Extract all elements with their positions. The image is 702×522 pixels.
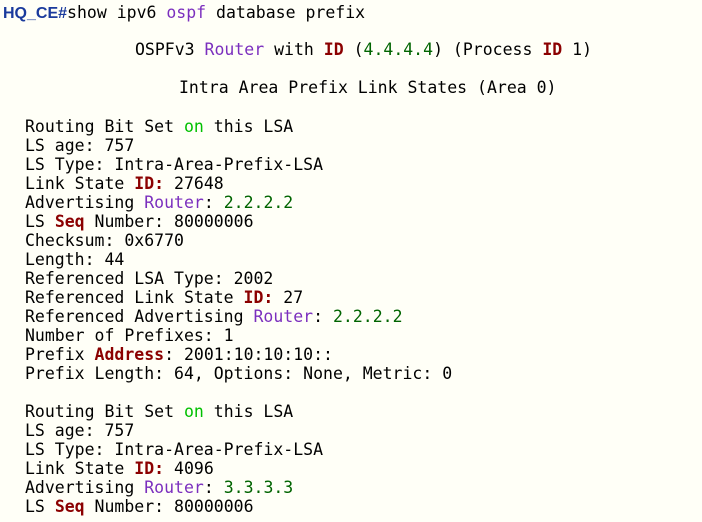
- line-text: Referenced Advertising: [25, 307, 254, 326]
- keyword-on: on: [183, 117, 204, 136]
- keyword-on: on: [183, 402, 204, 421]
- keyword-highlight: Router: [204, 40, 265, 59]
- lsa1-seq-number: LS Seq Number: 80000006: [25, 212, 254, 231]
- lsa2-advertising-router: Advertising Router: 3.3.3.3: [25, 478, 293, 497]
- line-text: with: [264, 40, 324, 59]
- line-text: Advertising: [25, 478, 145, 497]
- router-id-value: 4.4.4.4: [363, 40, 434, 59]
- keyword-highlight: Router: [144, 193, 204, 212]
- line-text: show ipv6: [67, 3, 167, 22]
- prompt-text: HQ_CE#: [3, 5, 68, 22]
- keyword-id: ID:: [243, 288, 274, 307]
- line-text: 1): [562, 40, 593, 59]
- router-id-value: 3.3.3.3: [223, 478, 294, 497]
- keyword-id: ID:: [134, 174, 165, 193]
- line-text: Number: 80000006: [84, 497, 254, 516]
- line-text: 27648: [164, 174, 224, 193]
- lsa1-routing-bit: Routing Bit Set on this LSA: [25, 117, 293, 136]
- lsa1-checksum: Checksum: 0x6770: [25, 231, 184, 250]
- lsa1-prefix-length: Prefix Length: 64, Options: None, Metric…: [25, 364, 452, 383]
- keyword-highlight: Router: [253, 307, 314, 326]
- lsa2-ls-type: LS Type: Intra-Area-Prefix-LSA: [25, 440, 323, 459]
- line-text: Routing Bit Set: [25, 117, 184, 136]
- lsa1-prefix-address: Prefix Address: 2001:10:10:10::: [25, 345, 333, 364]
- line-text: :: [203, 478, 224, 497]
- line-text: Advertising: [25, 193, 145, 212]
- line-text: Length: 44: [25, 250, 125, 269]
- lsa2-seq-number: LS Seq Number: 80000006: [25, 497, 254, 516]
- router-id-value: 2.2.2.2: [223, 193, 294, 212]
- keyword-id: ID: [323, 40, 344, 59]
- lsa1-ls-type: LS Type: Intra-Area-Prefix-LSA: [25, 155, 323, 174]
- lsa1-ls-age: LS age: 757: [25, 136, 134, 155]
- line-text: LS age: 757: [25, 421, 135, 440]
- header-router-line: OSPFv3 Router with ID (4.4.4.4) (Process…: [135, 40, 592, 59]
- lsa1-ref-adv-router: Referenced Advertising Router: 2.2.2.2: [25, 307, 403, 326]
- keyword-highlight: ospf: [166, 3, 207, 22]
- line-text: (: [343, 40, 364, 59]
- lsa1-num-prefixes: Number of Prefixes: 1: [25, 326, 234, 345]
- lsa2-routing-bit: Routing Bit Set on this LSA: [25, 402, 293, 421]
- header-area-line: Intra Area Prefix Link States (Area 0): [179, 78, 557, 97]
- line-text: this LSA: [203, 117, 294, 136]
- command-line: HQ_CE#show ipv6 ospf database prefix: [3, 3, 365, 22]
- line-text: Referenced Link State: [25, 288, 244, 307]
- keyword-id: Seq: [54, 212, 85, 231]
- line-text: Number of Prefixes: 1: [25, 326, 234, 345]
- line-text: Prefix Length: 64, Options: None, Metric…: [25, 364, 453, 383]
- lsa1-ref-link-state-id: Referenced Link State ID: 27: [25, 288, 303, 307]
- line-text: Link State: [25, 174, 135, 193]
- lsa1-ref-lsa-type: Referenced LSA Type: 2002: [25, 269, 273, 288]
- line-text: Checksum: 0x6770: [25, 231, 184, 250]
- line-text: LS: [25, 212, 55, 231]
- line-text: ) (Process: [433, 40, 543, 59]
- lsa1-length: Length: 44: [25, 250, 124, 269]
- keyword-id: Address: [94, 345, 165, 364]
- line-text: :: [203, 193, 224, 212]
- line-text: 27: [273, 288, 304, 307]
- line-text: LS Type: Intra-Area-Prefix-LSA: [25, 440, 324, 459]
- line-text: :: [313, 307, 333, 326]
- keyword-highlight: Router: [144, 478, 204, 497]
- lsa2-link-state-id: Link State ID: 4096: [25, 459, 214, 478]
- line-text: : 2001:10:10:10::: [164, 345, 333, 364]
- line-text: LS Type: Intra-Area-Prefix-LSA: [25, 155, 324, 174]
- line-text: Prefix: [25, 345, 95, 364]
- line-text: Referenced LSA Type: 2002: [25, 269, 274, 288]
- line-text: LS: [25, 497, 55, 516]
- line-text: OSPFv3: [135, 40, 205, 59]
- lsa2-ls-age: LS age: 757: [25, 421, 134, 440]
- line-text: LS age: 757: [25, 136, 135, 155]
- line-text: Number: 80000006: [84, 212, 254, 231]
- line-text: Link State: [25, 459, 135, 478]
- line-text: database prefix: [206, 3, 366, 22]
- line-text: Intra Area Prefix Link States (Area 0): [179, 78, 557, 97]
- line-text: Routing Bit Set: [25, 402, 184, 421]
- lsa1-advertising-router: Advertising Router: 2.2.2.2: [25, 193, 293, 212]
- lsa1-link-state-id: Link State ID: 27648: [25, 174, 224, 193]
- keyword-id: ID:: [134, 459, 165, 478]
- keyword-id: ID: [542, 40, 563, 59]
- terminal-output: HQ_CE#show ipv6 ospf database prefix OSP…: [0, 0, 702, 522]
- router-id-value: 2.2.2.2: [332, 307, 403, 326]
- line-text: 4096: [164, 459, 214, 478]
- line-text: this LSA: [203, 402, 294, 421]
- keyword-id: Seq: [54, 497, 85, 516]
